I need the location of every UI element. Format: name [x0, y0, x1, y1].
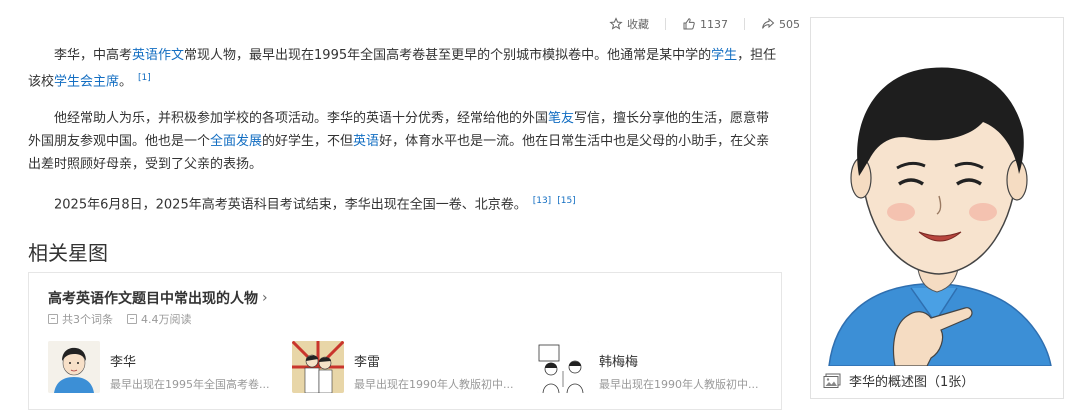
link-english-essay[interactable]: 英语作文: [132, 48, 184, 63]
book-icon: [127, 314, 137, 324]
toolbar-divider: [744, 18, 745, 30]
person-name: 李华: [110, 355, 137, 370]
card-title-link[interactable]: 高考英语作文题目中常出现的人物 ›: [48, 288, 268, 308]
article-toolbar: 收藏 1137 505: [609, 16, 800, 32]
reads-count: 4.4万阅读: [141, 313, 192, 326]
person-desc: 最早出现在1990年人教版初中...: [599, 378, 759, 391]
person-name: 韩梅梅: [599, 355, 639, 370]
paragraph-intro: 李华，中高考英语作文常现人物，最早出现在1995年全国高考卷甚至更早的个别城市模…: [28, 44, 782, 93]
image-gallery-icon: [823, 373, 841, 388]
person-desc: 最早出现在1990年人教版初中...: [354, 378, 514, 391]
share-count: 505: [779, 17, 800, 31]
person-item-li-hua[interactable]: 李华 最早出现在1995年全国高考卷...: [48, 341, 269, 397]
link-english[interactable]: 英语: [353, 134, 379, 149]
entries-count: 共3个词条: [62, 313, 113, 326]
avatar-li-hua: [48, 341, 100, 393]
person-item-han-meimei[interactable]: 韩梅梅 最早出现在1990年人教版初中...: [537, 341, 758, 397]
text-span: 2025年6月8日，2025年高考英语科目考试结束，李华出现在全国一卷、北京卷。: [54, 197, 527, 213]
reference-link[interactable]: [15]: [557, 196, 575, 206]
share-arrow-icon: [762, 17, 775, 29]
card-title: 高考英语作文题目中常出现的人物: [48, 291, 258, 307]
text-span: 他经常助人为乐，并积极参加学校的各项活动。李华的英语十分优秀，经常给他的外国: [54, 111, 549, 127]
like-count: 1137: [700, 17, 728, 31]
collect-label: 收藏: [627, 18, 649, 31]
image-caption-text: 李华的概述图（1张）: [849, 375, 975, 390]
related-starmap-card: 高考英语作文题目中常出现的人物 › 共3个词条 4.4万阅读 李华 最早出现在1…: [28, 272, 782, 410]
text-span: 李华，中高考: [54, 48, 133, 63]
reads-meta: 4.4万阅读: [127, 311, 192, 327]
li-hua-illustration: [819, 26, 1055, 366]
reference-link[interactable]: [13]: [533, 196, 551, 206]
share-button[interactable]: 505: [761, 17, 800, 31]
paragraph-description: 他经常助人为乐，并积极参加学校的各项活动。李华的英语十分优秀，经常给他的外国笔友…: [28, 107, 782, 176]
text-span: 常现人物，最早出现在1995年全国高考卷甚至更早的个别城市模拟卷中。他通常是某中…: [184, 48, 712, 63]
link-student-council-president[interactable]: 学生会主席: [54, 74, 119, 89]
summary-image-panel[interactable]: 李华的概述图（1张）: [810, 17, 1064, 399]
article-body: 李华，中高考英语作文常现人物，最早出现在1995年全国高考卷甚至更早的个别城市模…: [28, 44, 782, 231]
avatar-li-lei: [292, 341, 344, 393]
text-span: 的好学生，不但: [262, 134, 354, 150]
collect-button[interactable]: 收藏: [609, 16, 649, 32]
paragraph-2025-update: 2025年6月8日，2025年高考英语科目考试结束，李华出现在全国一卷、北京卷。…: [28, 190, 782, 216]
reference-link[interactable]: [1]: [138, 73, 151, 83]
star-icon: [609, 17, 623, 30]
section-title-related-starmap: 相关星图: [28, 241, 108, 265]
text-span: 。: [119, 74, 133, 90]
chevron-right-icon: ›: [262, 290, 268, 306]
like-button[interactable]: 1137: [682, 17, 728, 31]
image-caption: 李华的概述图（1张）: [823, 371, 974, 390]
entries-meta: 共3个词条: [48, 311, 113, 327]
person-list: 李华 最早出现在1995年全国高考卷... 李雷 最早出现在1990年人教版初中…: [48, 341, 768, 397]
person-name: 李雷: [354, 355, 381, 370]
list-icon: [48, 314, 58, 324]
link-pen-pal[interactable]: 笔友: [548, 111, 574, 126]
person-item-li-lei[interactable]: 李雷 最早出现在1990年人教版初中...: [292, 341, 513, 397]
person-desc: 最早出现在1995年全国高考卷...: [110, 378, 270, 391]
toolbar-divider: [665, 18, 666, 30]
thumbs-up-icon: [683, 18, 695, 30]
avatar-han-meimei: [537, 341, 589, 393]
link-student[interactable]: 学生: [711, 48, 737, 63]
link-all-round-development[interactable]: 全面发展: [210, 134, 262, 149]
card-meta: 共3个词条 4.4万阅读: [48, 311, 192, 327]
